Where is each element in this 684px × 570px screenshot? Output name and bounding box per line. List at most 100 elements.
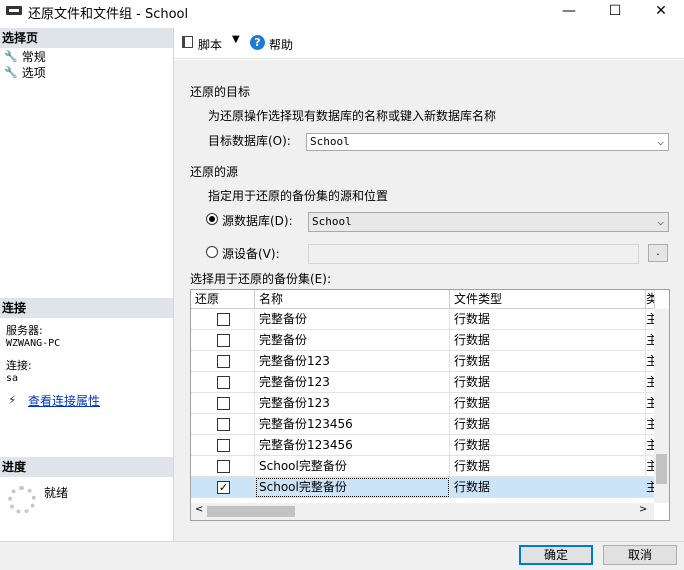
nav-item-label: 常规 xyxy=(21,49,46,64)
server-value: WZWANG-PC xyxy=(6,338,61,349)
source-device-label: 源设备(V): xyxy=(222,247,280,261)
source-db-label: 源数据库(D): xyxy=(222,214,293,228)
wrench-icon: 🔧 xyxy=(4,49,18,63)
ok-button[interactable]: 确定 xyxy=(519,545,593,565)
chevron-down-icon[interactable]: ▼ xyxy=(232,34,240,45)
target-db-combo[interactable]: School ⌵ xyxy=(306,133,669,151)
table-row[interactable]: 完整备份123456行数据主 xyxy=(191,435,655,456)
name-cell: 完整备份123456 xyxy=(255,435,450,456)
name-cell: 完整备份123 xyxy=(255,372,450,393)
restore-checkbox[interactable] xyxy=(217,334,230,347)
restore-target-title: 还原的目标 xyxy=(190,85,251,99)
column-header-restore[interactable]: 还原 xyxy=(191,290,255,309)
plug-icon: ⚡ xyxy=(8,393,17,407)
connection-header: 连接 xyxy=(0,298,173,318)
column-header-name[interactable]: 名称 xyxy=(255,290,450,309)
target-db-value: School xyxy=(310,135,350,148)
table-row[interactable]: 完整备份123456行数据主 xyxy=(191,414,655,435)
filetype-cell: 行数据 xyxy=(450,372,646,393)
source-db-combo[interactable]: School ⌵ xyxy=(308,212,669,232)
source-device-radio[interactable] xyxy=(206,246,218,258)
help-icon[interactable]: ? xyxy=(250,35,265,50)
nav-item-general[interactable]: 🔧 常规 xyxy=(4,48,46,64)
main-panel: 还原的目标 为还原操作选择现有数据库的名称或键入新数据库名称 目标数据库(O):… xyxy=(174,60,684,541)
table-row[interactable]: 完整备份123行数据主 xyxy=(191,351,655,372)
name-cell: 完整备份 xyxy=(255,330,450,351)
server-label: 服务器: xyxy=(6,324,43,337)
name-cell: 完整备份123 xyxy=(255,393,450,414)
name-cell: 完整备份123456 xyxy=(255,414,450,435)
restore-target-desc: 为还原操作选择现有数据库的名称或键入新数据库名称 xyxy=(208,109,497,123)
table-row[interactable]: 完整备份123行数据主 xyxy=(191,372,655,393)
progress-spinner-icon xyxy=(8,486,36,514)
source-device-input[interactable] xyxy=(308,244,639,264)
restore-cell xyxy=(191,393,255,414)
backupset-label: 选择用于还原的备份集(E): xyxy=(190,272,331,286)
browse-button[interactable]: . xyxy=(648,244,668,262)
maximize-button[interactable]: ☐ xyxy=(592,0,638,22)
column-header-extra[interactable]: 类 xyxy=(646,290,655,309)
table-row[interactable]: ✓School完整备份行数据主 xyxy=(191,477,655,498)
restore-cell xyxy=(191,309,255,330)
filetype-cell: 行数据 xyxy=(450,393,646,414)
table-row[interactable]: 完整备份123行数据主 xyxy=(191,393,655,414)
script-button[interactable]: 脚本 xyxy=(198,36,222,53)
backupset-grid: 还原 名称 文件类型 类 完整备份行数据主完整备份行数据主完整备份123行数据主… xyxy=(190,289,670,521)
chevron-down-icon[interactable]: ⌵ xyxy=(657,213,664,231)
restore-checkbox[interactable] xyxy=(217,355,230,368)
source-db-value: School xyxy=(312,215,352,228)
restore-checkbox[interactable] xyxy=(217,439,230,452)
filetype-cell: 行数据 xyxy=(450,351,646,372)
source-db-radio[interactable] xyxy=(206,213,218,225)
column-header-filetype[interactable]: 文件类型 xyxy=(450,290,646,309)
nav-item-options[interactable]: 🔧 选项 xyxy=(4,64,46,80)
target-db-label: 目标数据库(O): xyxy=(208,134,291,148)
restore-checkbox[interactable] xyxy=(217,313,230,326)
restore-cell: ✓ xyxy=(191,477,255,498)
left-pane: 选择页 🔧 常规 🔧 选项 连接 服务器: WZWANG-PC 连接: sa ⚡… xyxy=(0,28,174,541)
name-cell: School完整备份 xyxy=(255,456,450,477)
horizontal-scroll-thumb[interactable] xyxy=(207,506,295,517)
connection-label: 连接: xyxy=(6,359,32,372)
restore-checkbox[interactable] xyxy=(217,460,230,473)
filetype-cell: 行数据 xyxy=(450,477,646,498)
scroll-right-icon[interactable]: > xyxy=(639,504,647,515)
cancel-button[interactable]: 取消 xyxy=(603,545,677,565)
minimize-button[interactable]: — xyxy=(546,0,592,22)
filetype-cell: 行数据 xyxy=(450,456,646,477)
scroll-left-icon[interactable]: < xyxy=(195,504,203,515)
close-button[interactable]: ✕ xyxy=(638,0,684,22)
filetype-cell: 行数据 xyxy=(450,309,646,330)
restore-source-title: 还原的源 xyxy=(190,165,239,179)
table-row[interactable]: 完整备份行数据主 xyxy=(191,309,655,330)
restore-source-desc: 指定用于还原的备份集的源和位置 xyxy=(208,189,389,203)
restore-cell xyxy=(191,330,255,351)
restore-cell xyxy=(191,372,255,393)
filetype-cell: 行数据 xyxy=(450,330,646,351)
table-row[interactable]: School完整备份行数据主 xyxy=(191,456,655,477)
progress-status: 就绪 xyxy=(44,486,69,500)
progress-header: 进度 xyxy=(0,457,173,477)
nav-item-label: 选项 xyxy=(21,65,46,80)
help-button[interactable]: 帮助 xyxy=(269,36,293,53)
filetype-cell: 行数据 xyxy=(450,414,646,435)
restore-checkbox[interactable]: ✓ xyxy=(217,481,230,494)
name-cell: 完整备份123 xyxy=(255,351,450,372)
restore-checkbox[interactable] xyxy=(217,376,230,389)
chevron-down-icon[interactable]: ⌵ xyxy=(657,134,664,150)
title-bar: 还原文件和文件组 - School — ☐ ✕ xyxy=(0,0,684,22)
restore-checkbox[interactable] xyxy=(217,397,230,410)
restore-checkbox[interactable] xyxy=(217,418,230,431)
wrench-icon: 🔧 xyxy=(4,65,18,79)
restore-cell xyxy=(191,414,255,435)
filetype-cell: 行数据 xyxy=(450,435,646,456)
select-page-header: 选择页 xyxy=(0,28,173,48)
name-cell: School完整备份 xyxy=(255,477,450,498)
restore-cell xyxy=(191,456,255,477)
connection-value: sa xyxy=(6,373,19,384)
vertical-scroll-thumb[interactable] xyxy=(656,454,667,484)
table-row[interactable]: 完整备份行数据主 xyxy=(191,330,655,351)
restore-cell xyxy=(191,435,255,456)
window-title: 还原文件和文件组 - School xyxy=(28,7,189,22)
view-connection-properties-link[interactable]: 查看连接属性 xyxy=(28,392,100,409)
